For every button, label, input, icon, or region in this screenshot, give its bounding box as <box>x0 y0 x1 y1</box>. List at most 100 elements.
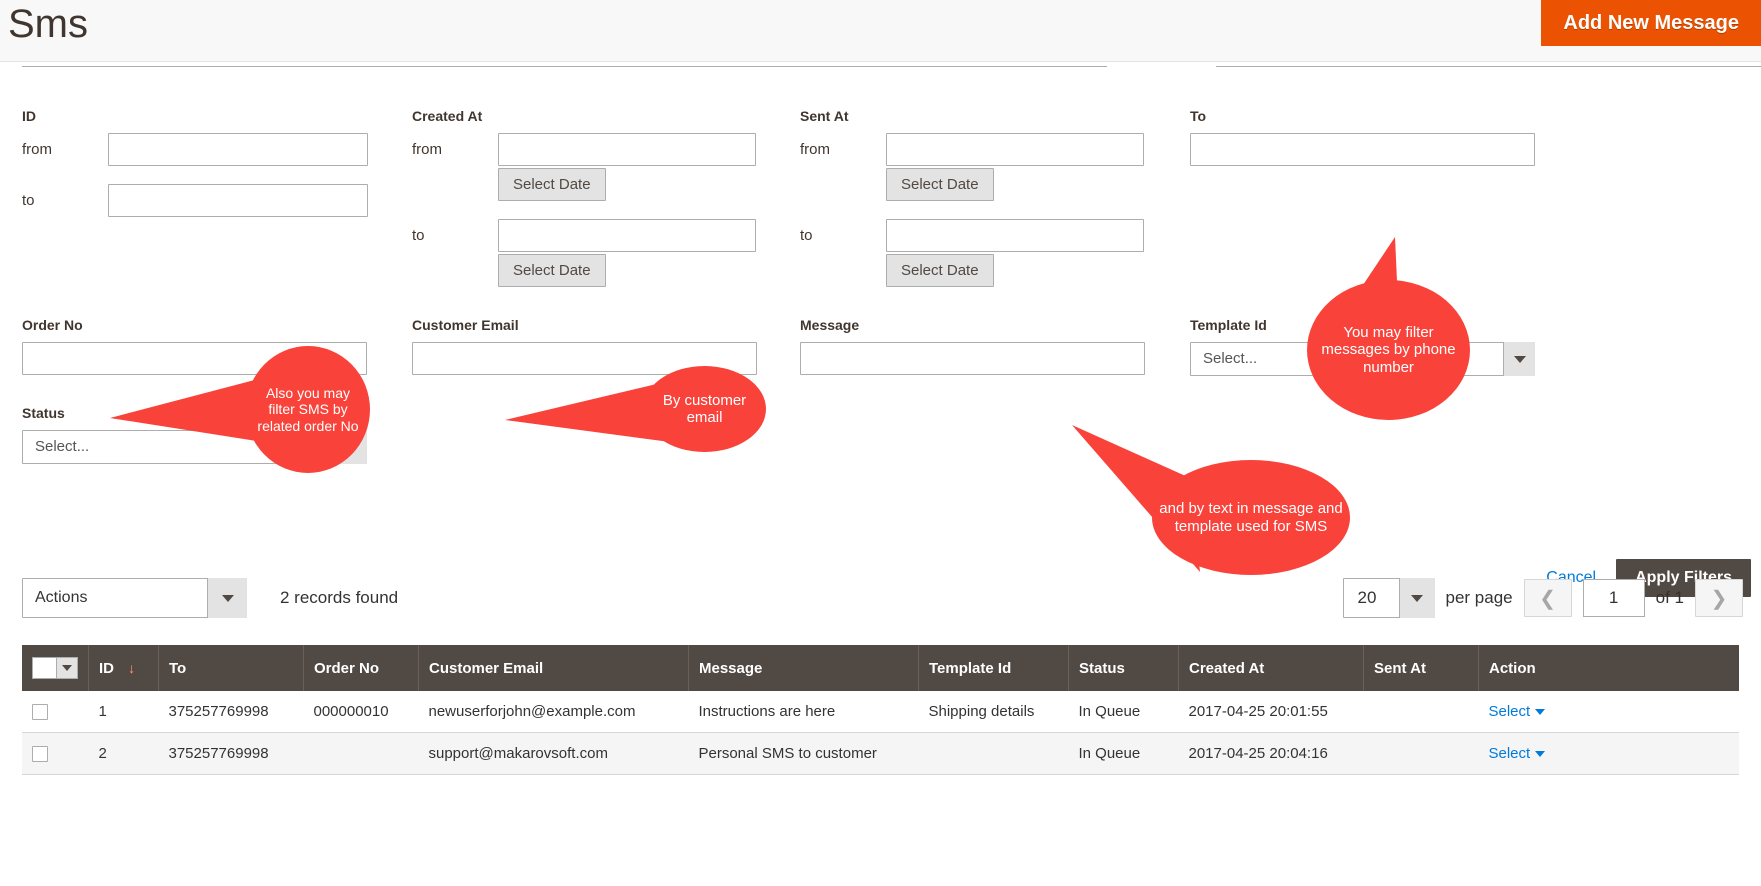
filter-label-order-no: Order No <box>22 317 83 333</box>
row-created-at: 2017-04-25 20:04:16 <box>1178 732 1364 776</box>
row-action-select-link[interactable]: Select <box>1489 745 1546 762</box>
filter-created-from-select-date-button[interactable]: Select Date <box>498 168 606 201</box>
filter-sent-from-select-date-button[interactable]: Select Date <box>886 168 994 201</box>
filter-id-from-input[interactable] <box>108 133 368 166</box>
callout-phone-text: You may filter messages by phone number <box>1321 324 1456 376</box>
row-action-label: Select <box>1488 745 1531 763</box>
pagination: 20 per page ❮ of 1 ❯ <box>1342 578 1743 618</box>
filter-created-from-input[interactable] <box>498 133 756 166</box>
filter-label-to: To <box>1190 108 1207 124</box>
filter-sent-to-select-date-button[interactable]: Select Date <box>886 254 994 287</box>
sort-descending-icon: ↓ <box>128 659 136 676</box>
tabs-strip <box>0 62 1761 70</box>
grid-header-id[interactable]: ID ↓ <box>88 645 159 691</box>
table-row[interactable]: 2 375257769998 support@makarovsoft.com P… <box>22 732 1739 776</box>
filter-id-to-label: to <box>22 192 35 209</box>
row-customer-email: newuserforjohn@example.com <box>418 691 689 734</box>
row-action[interactable]: Select <box>1478 732 1739 776</box>
records-found-label: 2 records found <box>280 588 399 607</box>
row-template-id <box>918 732 1069 776</box>
current-page-input[interactable] <box>1582 579 1645 617</box>
grid-header-row: ID ↓ To Order No Customer Email Message … <box>22 645 1739 691</box>
filter-sent-from-label: from <box>800 141 830 158</box>
filter-id-to-input[interactable] <box>108 184 368 217</box>
row-template-id: Shipping details <box>918 691 1069 734</box>
filter-sent-from-input[interactable] <box>886 133 1144 166</box>
filter-created-from-label: from <box>412 141 442 158</box>
filter-message-input[interactable] <box>800 342 1145 375</box>
row-message: Instructions are here <box>688 691 919 734</box>
filter-created-to-input[interactable] <box>498 219 756 252</box>
grid-header-created-at[interactable]: Created At <box>1178 645 1364 691</box>
callout-order-text: Also you may filter SMS by related order… <box>257 385 359 434</box>
filter-group-to: To <box>1190 108 1535 166</box>
filter-id-from-row: from <box>22 133 368 166</box>
grid-header-message[interactable]: Message <box>688 645 919 691</box>
per-page-label: per page <box>1445 588 1513 607</box>
chevron-down-icon[interactable] <box>56 657 78 679</box>
per-page-select[interactable]: 20 <box>1342 578 1435 618</box>
filter-created-from-row: from Select Date <box>412 133 756 201</box>
row-to: 375257769998 <box>158 691 304 734</box>
filter-sent-to-label: to <box>800 227 813 244</box>
row-to: 375257769998 <box>158 732 304 776</box>
row-checkbox[interactable] <box>32 746 48 763</box>
filter-sent-to-row: to Select Date <box>800 219 1144 287</box>
row-created-at: 2017-04-25 20:01:55 <box>1178 691 1364 734</box>
grid-header-status[interactable]: Status <box>1068 645 1179 691</box>
grid-header-template-id[interactable]: Template Id <box>918 645 1069 691</box>
filter-group-created-at: Created At from Select Date to Select Da… <box>412 108 756 296</box>
row-status: In Queue <box>1068 732 1179 776</box>
chevron-down-icon <box>1535 751 1546 758</box>
grid-header-customer-email[interactable]: Customer Email <box>418 645 689 691</box>
mass-actions-select[interactable]: Actions <box>22 578 247 618</box>
filter-id-from-label: from <box>22 141 52 158</box>
total-pages-label: of 1 <box>1655 588 1684 607</box>
grid-body: 1 375257769998 000000010 newuserforjohn@… <box>22 691 1739 776</box>
row-checkbox[interactable] <box>32 704 48 721</box>
add-new-message-button[interactable]: Add New Message <box>1541 0 1761 46</box>
filter-sent-to-input[interactable] <box>886 219 1144 252</box>
row-action-label: Select <box>1488 703 1531 721</box>
row-sent-at <box>1363 732 1479 776</box>
prev-page-button[interactable]: ❮ <box>1523 579 1572 617</box>
row-status: In Queue <box>1068 691 1179 734</box>
filter-label-message: Message <box>800 317 860 333</box>
row-sent-at <box>1363 691 1479 734</box>
filter-created-to-row: to Select Date <box>412 219 756 287</box>
filter-label-id: ID <box>22 108 36 124</box>
filter-created-to-label: to <box>412 227 425 244</box>
table-row[interactable]: 1 375257769998 000000010 newuserforjohn@… <box>22 691 1739 734</box>
filter-group-sent-at: Sent At from Select Date to Select Date <box>800 108 1144 296</box>
grid-header: ID ↓ To Order No Customer Email Message … <box>22 645 1739 691</box>
row-select-cell[interactable] <box>22 732 89 776</box>
callout-email-bubble: By customer email <box>643 366 766 452</box>
grid-header-to[interactable]: To <box>158 645 304 691</box>
filter-sent-from-row: from Select Date <box>800 133 1144 201</box>
page-header: Sms Add New Message <box>0 0 1761 62</box>
grid-header-select-all[interactable] <box>22 645 89 691</box>
row-action-select-link[interactable]: Select <box>1489 703 1546 720</box>
chevron-down-icon <box>1535 709 1546 716</box>
row-customer-email: support@makarovsoft.com <box>418 732 689 776</box>
chevron-right-icon: ❯ <box>1710 587 1728 610</box>
sms-grid: ID ↓ To Order No Customer Email Message … <box>22 645 1739 776</box>
row-order-no <box>303 732 419 776</box>
next-page-button[interactable]: ❯ <box>1695 579 1743 617</box>
row-id: 2 <box>88 732 159 776</box>
filter-label-created-at: Created At <box>412 108 483 124</box>
filter-label-customer-email: Customer Email <box>412 317 519 333</box>
filter-id-to-row: to <box>22 184 368 217</box>
row-select-cell[interactable] <box>22 691 89 734</box>
grid-header-action: Action <box>1478 645 1739 691</box>
row-order-no: 000000010 <box>303 691 419 734</box>
filter-created-to-select-date-button[interactable]: Select Date <box>498 254 606 287</box>
row-action[interactable]: Select <box>1478 691 1739 734</box>
callout-message-bubble: and by text in message and template used… <box>1152 460 1350 575</box>
filter-to-input[interactable] <box>1190 133 1535 166</box>
grid-header-sent-at[interactable]: Sent At <box>1363 645 1479 691</box>
chevron-left-icon: ❮ <box>1539 587 1557 610</box>
select-all-checkbox[interactable] <box>32 657 56 679</box>
callout-phone-bubble: You may filter messages by phone number <box>1307 280 1470 420</box>
grid-header-order-no[interactable]: Order No <box>303 645 419 691</box>
